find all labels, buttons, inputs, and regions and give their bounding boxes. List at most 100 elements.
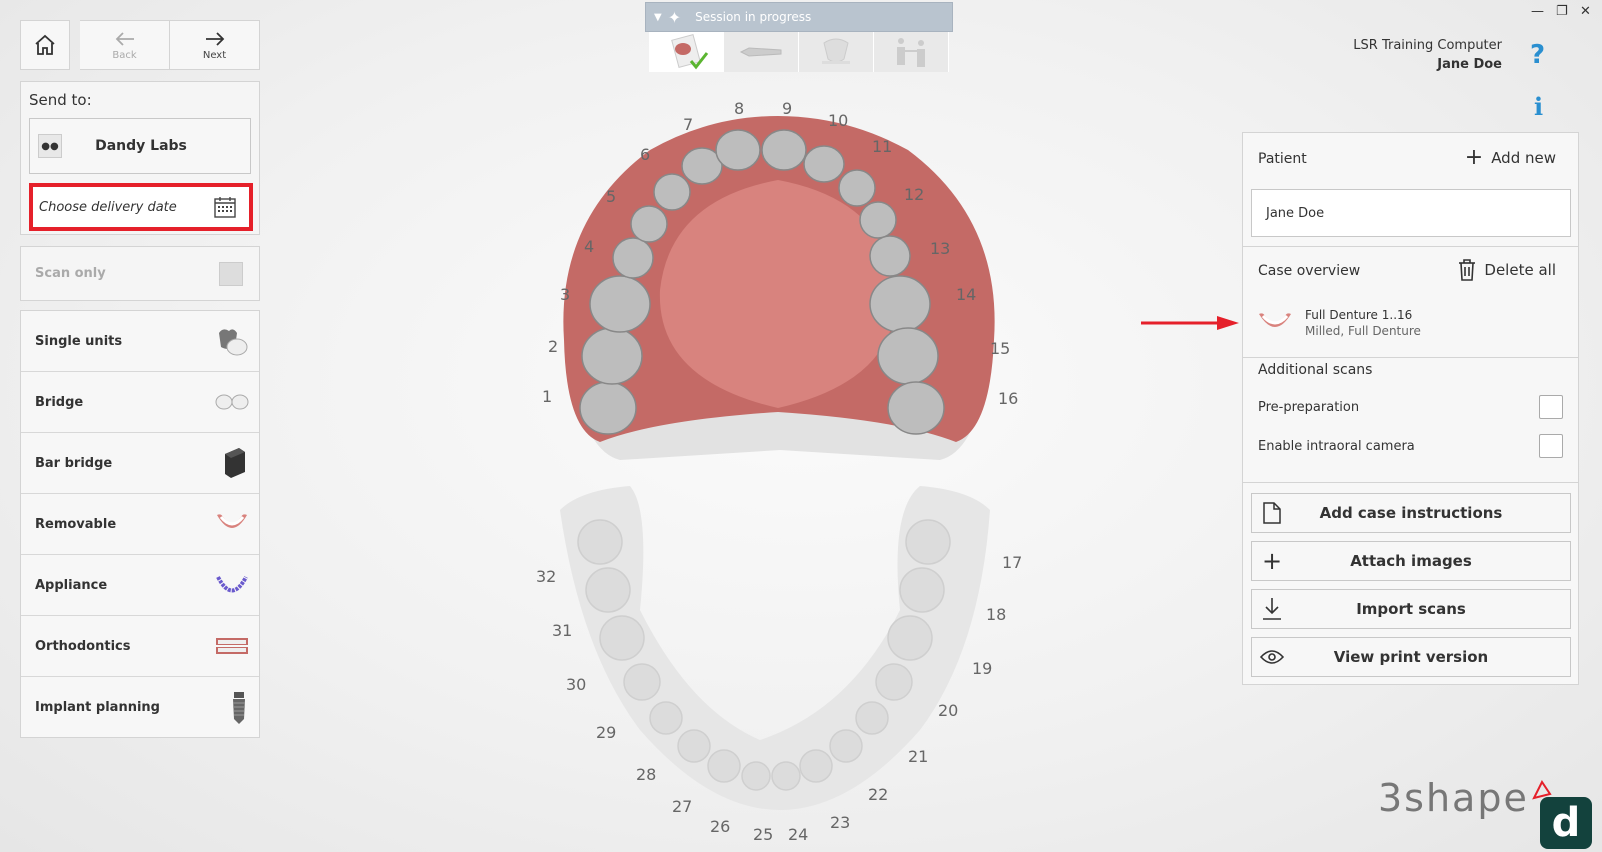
scan-only-checkbox[interactable] xyxy=(219,261,243,286)
step-analyze[interactable] xyxy=(799,32,874,72)
tooth-analyze-icon xyxy=(822,38,850,64)
tooth-number[interactable]: 28 xyxy=(636,765,656,784)
case-panel: Patient + Add new Jane Doe Case overview… xyxy=(1242,132,1579,685)
tooth-number[interactable]: 14 xyxy=(956,285,976,304)
bridge-icon xyxy=(215,394,249,410)
tooth-number[interactable]: 21 xyxy=(908,747,928,766)
tooth-number[interactable]: 9 xyxy=(782,99,792,118)
session-label: Session in progress xyxy=(695,10,812,24)
tooth-number[interactable]: 8 xyxy=(734,99,744,118)
arrow-left-icon xyxy=(115,31,134,46)
tooth-number[interactable]: 11 xyxy=(872,137,892,156)
step-send[interactable] xyxy=(874,32,949,72)
lab-selector-button[interactable]: ●● Dandy Labs xyxy=(29,118,251,174)
delivery-date-placeholder: Choose delivery date xyxy=(39,199,177,215)
tooth-number[interactable]: 12 xyxy=(904,185,924,204)
workflow-steps xyxy=(649,32,949,72)
red-arrow-annotation xyxy=(1141,316,1239,330)
tooth-number[interactable]: 3 xyxy=(560,285,570,304)
view-print-version-button[interactable]: View print version xyxy=(1251,637,1571,677)
type-label: Removable xyxy=(35,516,117,532)
order-form-check-icon xyxy=(671,34,709,70)
import-scans-button[interactable]: Import scans xyxy=(1251,589,1571,629)
pre-preparation-checkbox[interactable] xyxy=(1539,395,1563,419)
divider xyxy=(1243,482,1578,483)
tooth-number[interactable]: 25 xyxy=(753,825,773,844)
close-button[interactable]: ✕ xyxy=(1580,4,1591,19)
tooth-number[interactable]: 18 xyxy=(986,605,1006,624)
case-item-full-denture[interactable]: Full Denture 1..16 Milled, Full Denture xyxy=(1257,305,1557,341)
tooth-number[interactable]: 6 xyxy=(640,145,650,164)
step-scan[interactable] xyxy=(724,32,799,72)
download-icon xyxy=(1263,598,1281,620)
delete-all-button[interactable]: Delete all xyxy=(1458,259,1556,281)
tooth-number[interactable]: 10 xyxy=(828,111,848,130)
tooth-number[interactable]: 4 xyxy=(584,237,594,256)
tooth-number[interactable]: 27 xyxy=(672,797,692,816)
calendar-icon[interactable] xyxy=(213,195,237,219)
add-new-label: Add new xyxy=(1491,149,1556,167)
type-removable[interactable]: Removable xyxy=(21,494,259,555)
additional-scans-title: Additional scans xyxy=(1258,362,1373,378)
case-item-title: Full Denture 1..16 xyxy=(1305,308,1413,322)
tooth-number[interactable]: 20 xyxy=(938,701,958,720)
step-order-form[interactable] xyxy=(649,32,724,72)
document-icon xyxy=(1263,502,1281,524)
minimize-button[interactable]: — xyxy=(1531,4,1544,19)
type-orthodontics[interactable]: Orthodontics xyxy=(21,616,259,677)
tooth-number[interactable]: 30 xyxy=(566,675,586,694)
chevron-down-icon: ▼ xyxy=(654,11,662,23)
type-label: Bridge xyxy=(35,394,84,410)
intraoral-camera-checkbox[interactable] xyxy=(1539,434,1563,458)
trash-icon xyxy=(1459,259,1476,281)
tooth-number[interactable]: 29 xyxy=(596,723,616,742)
arrow-right-icon xyxy=(205,31,224,46)
home-button[interactable] xyxy=(20,20,70,70)
tooth-number[interactable]: 5 xyxy=(606,187,616,206)
attach-images-button[interactable]: + Attach images xyxy=(1251,541,1571,581)
divider xyxy=(1243,246,1578,247)
add-case-instructions-label: Add case instructions xyxy=(1319,504,1503,522)
home-icon xyxy=(35,34,55,55)
type-appliance[interactable]: Appliance xyxy=(21,555,259,616)
add-case-instructions-button[interactable]: Add case instructions xyxy=(1251,493,1571,533)
tooth-number[interactable]: 23 xyxy=(830,813,850,832)
info-icon[interactable]: i xyxy=(1534,92,1543,121)
tooth-number[interactable]: 7 xyxy=(683,115,693,134)
session-bar[interactable]: ▼ ✦ Session in progress xyxy=(645,2,953,32)
type-bridge[interactable]: Bridge xyxy=(21,372,259,433)
plus-icon: + xyxy=(1261,547,1283,575)
tooth-number[interactable]: 26 xyxy=(710,817,730,836)
type-implant-planning[interactable]: Implant planning xyxy=(21,677,259,738)
tooth-number[interactable]: 13 xyxy=(930,239,950,258)
tooth-number[interactable]: 32 xyxy=(536,567,556,586)
3shape-logo: 3shape xyxy=(1378,776,1529,820)
back-button[interactable]: Back xyxy=(80,20,170,70)
tooth-number[interactable]: 16 xyxy=(998,389,1018,408)
restore-button[interactable]: ❐ xyxy=(1556,4,1568,19)
tooth-number[interactable]: 15 xyxy=(990,339,1010,358)
case-item-subtitle: Milled, Full Denture xyxy=(1305,324,1421,338)
scan-only-label: Scan only xyxy=(35,266,106,281)
tooth-number[interactable]: 17 xyxy=(1002,553,1022,572)
lab-logo-icon: ●● xyxy=(38,134,62,158)
patient-name-field[interactable]: Jane Doe xyxy=(1251,189,1571,237)
tooth-number[interactable]: 31 xyxy=(552,621,572,640)
type-bar-bridge[interactable]: Bar bridge xyxy=(21,433,259,494)
delivery-date-field[interactable]: Choose delivery date xyxy=(29,183,253,231)
add-new-patient-button[interactable]: + Add new xyxy=(1465,147,1556,169)
next-button[interactable]: Next xyxy=(170,20,260,70)
bar-bridge-icon xyxy=(225,448,245,478)
tooth-number[interactable]: 1 xyxy=(542,387,552,406)
dandy-logo-icon[interactable]: d xyxy=(1540,797,1592,849)
patient-title: Patient xyxy=(1258,151,1307,167)
tooth-number[interactable]: 24 xyxy=(788,825,808,844)
orthodontics-icon xyxy=(216,638,248,654)
tooth-number[interactable]: 2 xyxy=(548,337,558,356)
session-icon: ✦ xyxy=(667,7,682,27)
type-single-units[interactable]: Single units xyxy=(21,311,259,372)
tooth-number[interactable]: 22 xyxy=(868,785,888,804)
divider xyxy=(1243,357,1578,358)
help-icon[interactable]: ? xyxy=(1530,40,1545,70)
tooth-number[interactable]: 19 xyxy=(972,659,992,678)
